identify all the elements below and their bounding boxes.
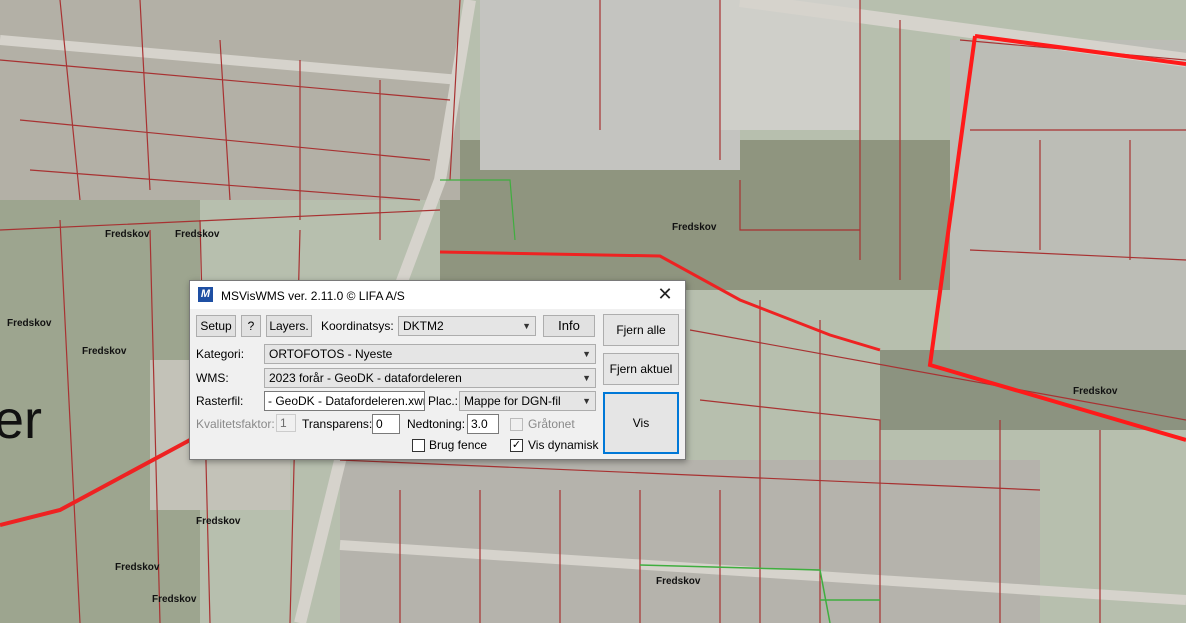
residential-block-nw [0, 0, 460, 200]
plac-label: Plac.: [428, 394, 459, 408]
vis-dynamisk-checkbox[interactable]: ✓ [510, 439, 523, 452]
koordinatsys-dropdown[interactable]: DKTM2 ▼ [398, 316, 536, 336]
brug-fence-label: Brug fence [429, 438, 488, 452]
vis-dynamisk-label: Vis dynamisk [528, 438, 599, 452]
kvalitetsfaktor-input: 1 [276, 414, 296, 432]
layers-button[interactable]: Layers. [266, 315, 312, 337]
place-label: Fredskov [1073, 386, 1118, 397]
wms-label: WMS: [196, 371, 229, 385]
checkmark-icon: ✓ [511, 439, 522, 451]
setup-button[interactable]: Setup [196, 315, 236, 337]
place-label: Fredskov [115, 562, 160, 573]
graatonet-checkbox [510, 418, 523, 431]
place-label: Fredskov [175, 229, 220, 240]
plac-value: Mappe for DGN-fil [464, 394, 561, 408]
place-label: Fredskov [152, 594, 197, 605]
transparens-input[interactable]: 0 [372, 414, 400, 434]
forest-area-east [880, 350, 1186, 430]
rasterfil-label: Rasterfil: [196, 394, 244, 408]
place-label: Fredskov [672, 222, 717, 233]
brug-fence-checkbox[interactable] [412, 439, 425, 452]
msviswms-dialog: M MSVisWMS ver. 2.11.0 © LIFA A/S ✕ Setu… [189, 280, 686, 460]
vis-button[interactable]: Vis [603, 392, 679, 454]
building-complex [480, 0, 740, 170]
dialog-title: MSVisWMS ver. 2.11.0 © LIFA A/S [221, 289, 405, 303]
app-icon: M [198, 287, 213, 302]
koordinatsys-value: DKTM2 [403, 319, 444, 333]
kvalitetsfaktor-label: Kvalitetsfaktor: [196, 417, 275, 431]
help-button[interactable]: ? [241, 315, 261, 337]
chevron-down-icon: ▼ [582, 373, 591, 383]
industrial-block [340, 460, 1040, 623]
plac-dropdown[interactable]: Mappe for DGN-fil ▼ [459, 391, 596, 411]
koordinatsys-label: Koordinatsys: [321, 319, 394, 333]
place-label: Fredskov [7, 318, 52, 329]
title-bar[interactable]: M MSVisWMS ver. 2.11.0 © LIFA A/S ✕ [190, 281, 685, 309]
rasterfil-input[interactable]: - GeoDK - Datafordeleren.xwms [264, 391, 425, 411]
kategori-value: ORTOFOTOS - Nyeste [269, 347, 393, 361]
chevron-down-icon: ▼ [582, 349, 591, 359]
place-label: Fredskov [196, 516, 241, 527]
residential-block-ne [950, 40, 1186, 350]
large-place-label: er [0, 390, 42, 450]
chevron-down-icon: ▼ [522, 321, 531, 331]
fjern-alle-button[interactable]: Fjern alle [603, 314, 679, 346]
place-label: Fredskov [105, 229, 150, 240]
wms-dropdown[interactable]: 2023 forår - GeoDK - datafordeleren ▼ [264, 368, 596, 388]
kategori-dropdown[interactable]: ORTOFOTOS - Nyeste ▼ [264, 344, 596, 364]
nedtoning-label: Nedtoning: [407, 417, 466, 431]
graatonet-label: Gråtonet [528, 417, 575, 431]
close-icon[interactable]: ✕ [653, 285, 677, 305]
place-label: Fredskov [82, 346, 127, 357]
transparens-label: Transparens: [302, 417, 373, 431]
nedtoning-input[interactable]: 3.0 [467, 414, 499, 434]
fjern-aktuel-button[interactable]: Fjern aktuel [603, 353, 679, 385]
chevron-down-icon: ▼ [582, 396, 591, 406]
kategori-label: Kategori: [196, 347, 245, 361]
place-label: Fredskov [656, 576, 701, 587]
wms-value: 2023 forår - GeoDK - datafordeleren [269, 371, 462, 385]
info-button[interactable]: Info [543, 315, 595, 337]
